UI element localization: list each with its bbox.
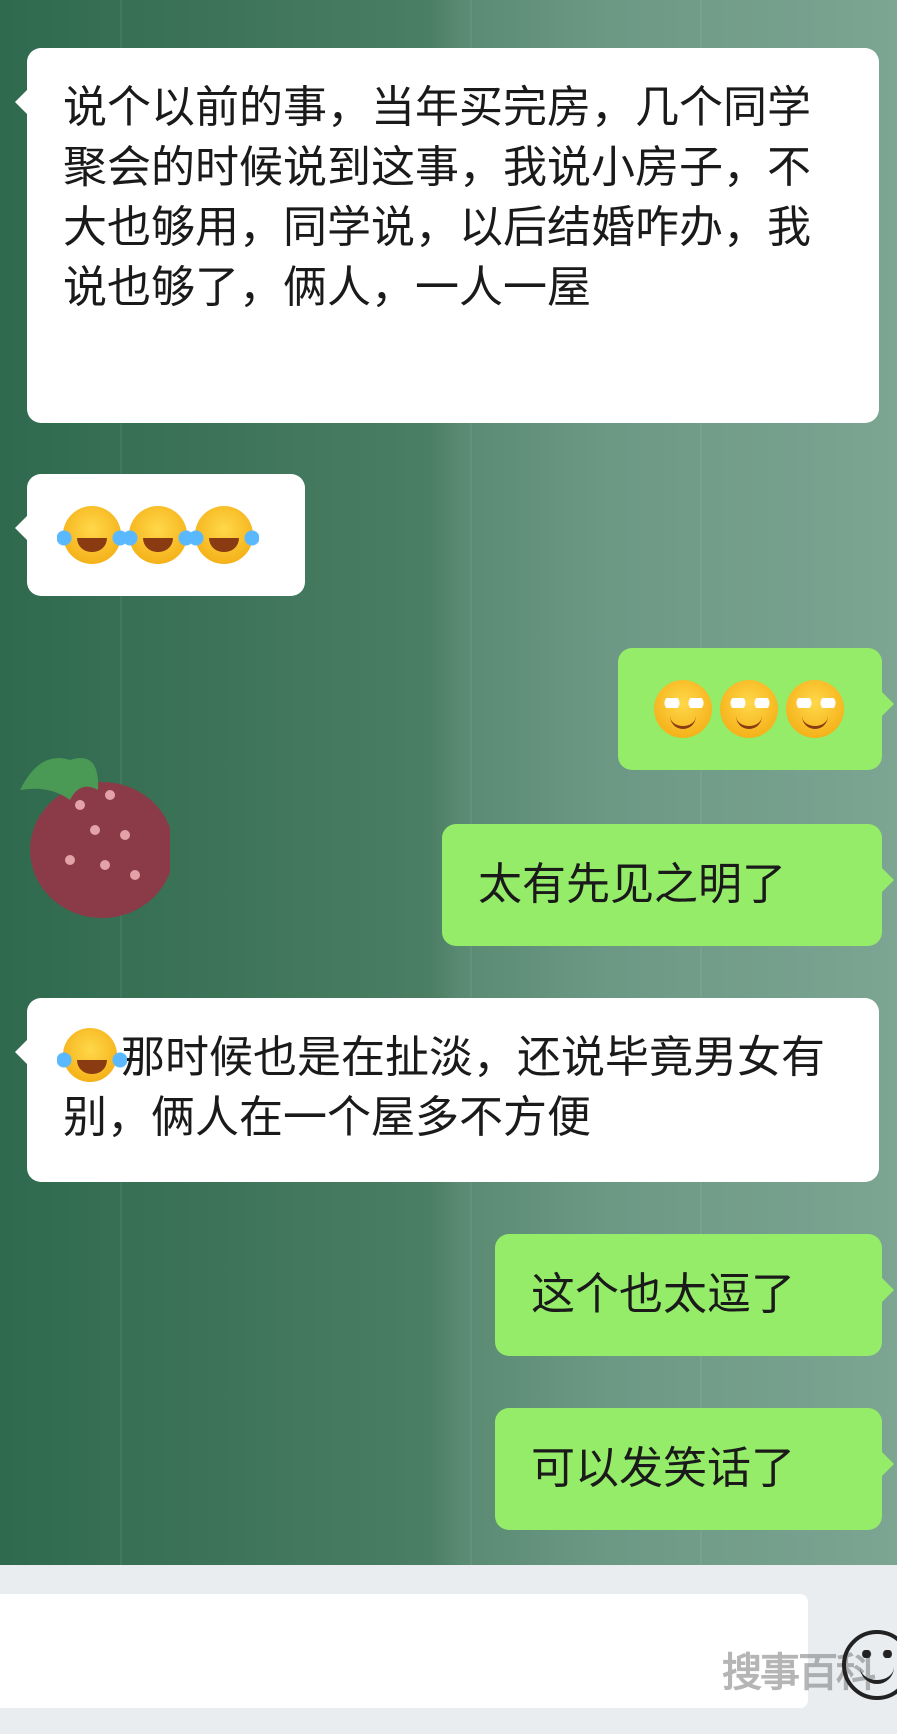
smirk-emoji-icon	[654, 680, 712, 738]
laugh-tears-emoji-icon	[57, 1028, 127, 1082]
message-text: 这个也太逗了	[531, 1269, 795, 1320]
message-bubble-incoming[interactable]: 说个以前的事，当年买完房，几个同学聚会的时候说到这事，我说小房子，不大也够用，同…	[15, 48, 879, 423]
message-bubble-outgoing[interactable]: 这个也太逗了	[495, 1234, 894, 1356]
message-text: 可以发笑话了	[531, 1443, 795, 1494]
message-text: 说个以前的事，当年买完房，几个同学聚会的时候说到这事，我说小房子，不大也够用，同…	[63, 82, 811, 313]
smirk-emoji-icon	[720, 680, 778, 738]
laugh-tears-emoji-icon	[57, 506, 127, 564]
message-bubble-incoming[interactable]: 那时候也是在扯淡，还说毕竟男女有别，俩人在一个屋多不方便	[15, 998, 879, 1182]
message-bubble-outgoing[interactable]	[618, 648, 894, 770]
message-text: 太有先见之明了	[478, 859, 786, 910]
message-input[interactable]	[0, 1594, 808, 1708]
smirk-emoji-icon	[786, 680, 844, 738]
message-bubble-outgoing[interactable]: 可以发笑话了	[495, 1408, 894, 1530]
laugh-tears-emoji-icon	[189, 506, 259, 564]
laugh-tears-emoji-icon	[123, 506, 193, 564]
message-bubble-outgoing[interactable]: 太有先见之明了	[442, 824, 894, 946]
strawberry-sticker	[20, 758, 170, 918]
message-text: 那时候也是在扯淡，还说毕竟男女有别，俩人在一个屋多不方便	[63, 1032, 825, 1143]
message-bubble-incoming[interactable]	[15, 474, 305, 596]
